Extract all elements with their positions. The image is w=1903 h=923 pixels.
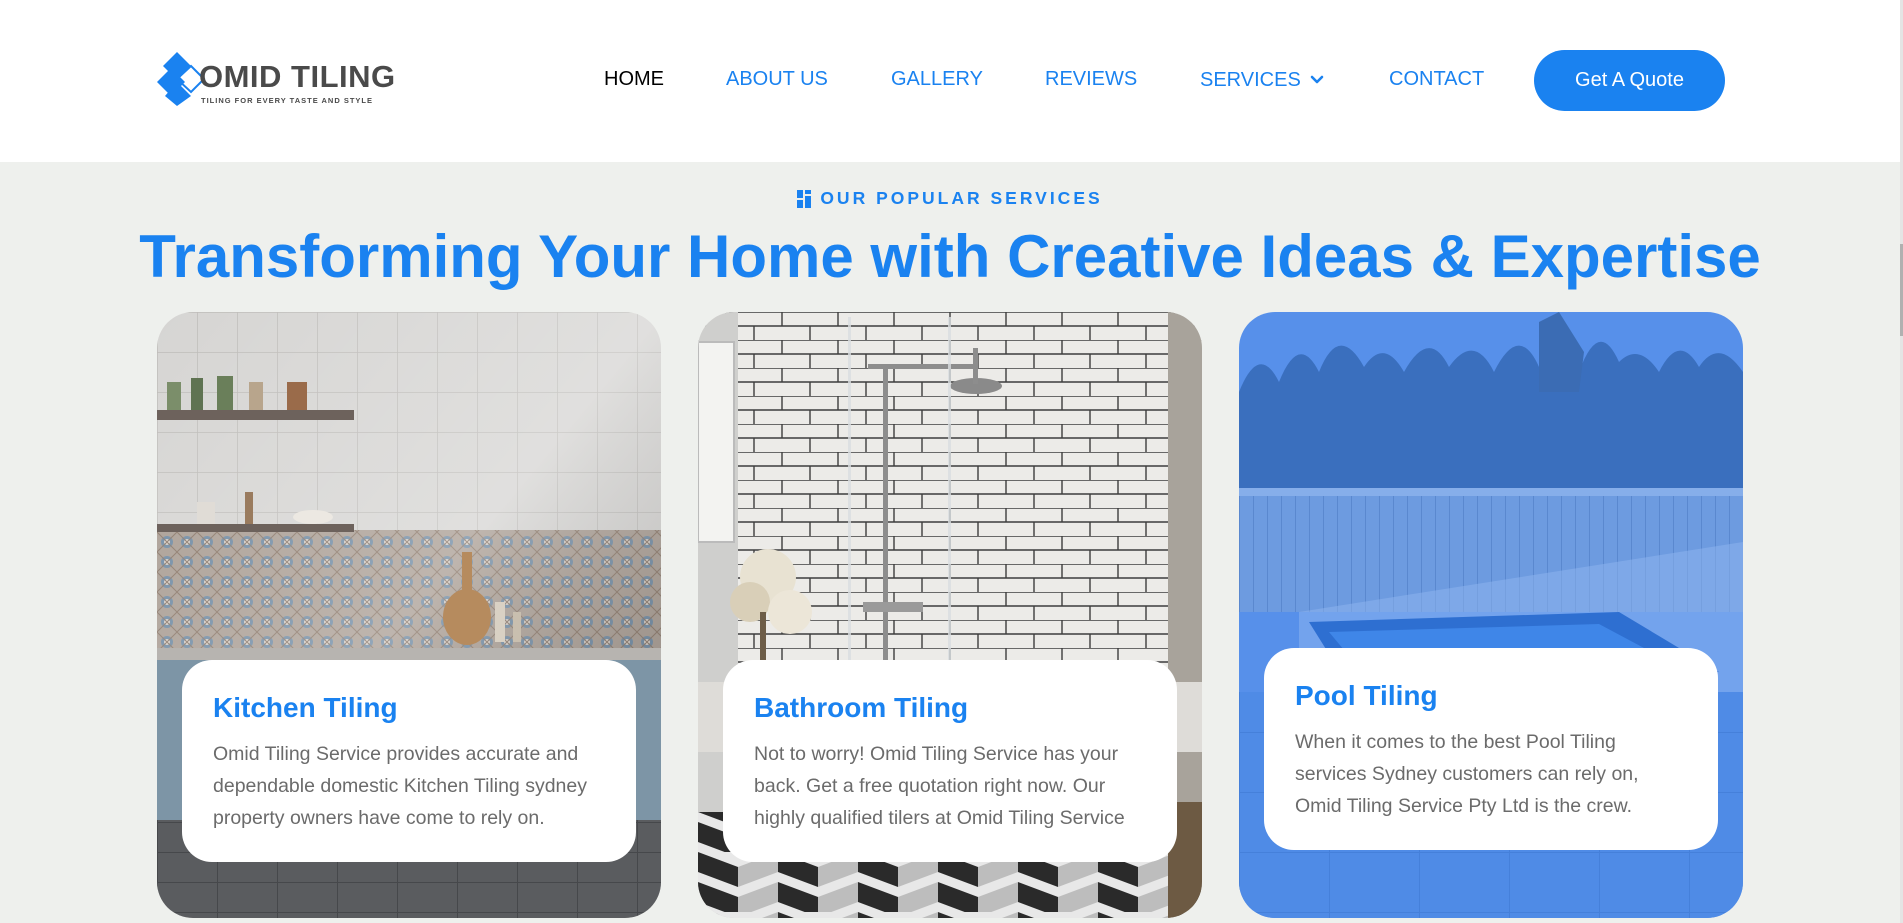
service-card-title[interactable]: Kitchen Tiling (213, 692, 605, 724)
service-card-bathroom[interactable]: Bathroom Tiling Not to worry! Omid Tilin… (698, 312, 1202, 918)
nav-services-label: SERVICES (1200, 68, 1301, 91)
brand-name: OMID TILING (199, 59, 396, 94)
nav-gallery[interactable]: GALLERY (891, 68, 983, 92)
get-a-quote-button[interactable]: Get A Quote (1534, 50, 1725, 111)
service-card-title[interactable]: Pool Tiling (1295, 680, 1687, 712)
chevron-down-icon (1310, 75, 1324, 84)
section-eyebrow: OUR POPULAR SERVICES (0, 188, 1900, 209)
service-card-kitchen-content: Kitchen Tiling Omid Tiling Service provi… (182, 660, 636, 862)
service-card-kitchen[interactable]: Kitchen Tiling Omid Tiling Service provi… (157, 312, 661, 918)
nav-services[interactable]: SERVICES (1200, 68, 1325, 92)
service-card-description: Omid Tiling Service provides accurate an… (213, 743, 587, 829)
service-card-title[interactable]: Bathroom Tiling (754, 692, 1146, 724)
site-logo[interactable]: OMID TILING TILING FOR EVERY TASTE AND S… (157, 52, 409, 108)
section-eyebrow-label: OUR POPULAR SERVICES (820, 188, 1103, 208)
nav-reviews[interactable]: REVIEWS (1045, 68, 1137, 92)
tile-grid-icon (797, 189, 812, 208)
service-card-description: When it comes to the best Pool Tiling se… (1295, 731, 1639, 817)
brand-tagline: TILING FOR EVERY TASTE AND STYLE (201, 96, 374, 105)
site-header: OMID TILING TILING FOR EVERY TASTE AND S… (0, 0, 1900, 162)
service-card-description: Not to worry! Omid Tiling Service has yo… (754, 743, 1125, 829)
nav-home[interactable]: HOME (604, 68, 664, 92)
nav-contact[interactable]: CONTACT (1389, 68, 1484, 92)
nav-about-us[interactable]: ABOUT US (726, 68, 828, 92)
service-card-pool-content: Pool Tiling When it comes to the best Po… (1264, 648, 1718, 850)
service-card-pool[interactable]: Pool Tiling When it comes to the best Po… (1239, 312, 1743, 918)
service-card-bathroom-content: Bathroom Tiling Not to worry! Omid Tilin… (723, 660, 1177, 862)
section-title: Transforming Your Home with Creative Ide… (139, 223, 1761, 290)
